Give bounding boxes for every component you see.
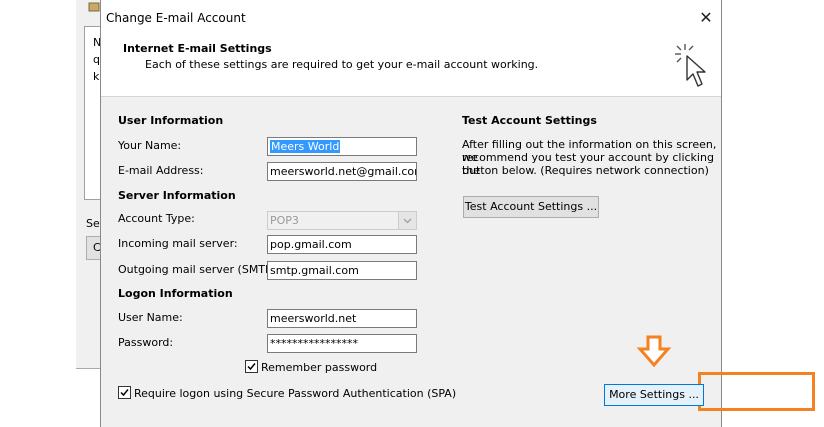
server-information-heading: Server Information: [118, 189, 236, 202]
click-cursor-icon: [671, 40, 711, 90]
header-subtitle: Each of these settings are required to g…: [145, 58, 539, 71]
dialog-header: Internet E-mail Settings Each of these s…: [101, 36, 721, 97]
change-email-account-dialog: Change E-mail Account ✕ Internet E-mail …: [100, 0, 815, 427]
remember-password-checkbox[interactable]: [245, 360, 258, 373]
incoming-server-label: Incoming mail server:: [118, 237, 238, 250]
close-icon[interactable]: ✕: [696, 8, 716, 28]
header-title: Internet E-mail Settings: [123, 42, 272, 55]
email-address-input[interactable]: meersworld.net@gmail.com: [267, 162, 417, 181]
background-text: k: [93, 70, 100, 83]
background-text: q: [93, 53, 100, 66]
chevron-down-icon: [398, 212, 416, 229]
your-name-value: Meers World: [270, 140, 341, 153]
down-arrow-highlight-icon: [635, 335, 675, 369]
incoming-server-input[interactable]: pop.gmail.com: [267, 235, 417, 254]
email-address-label: E-mail Address:: [118, 164, 204, 177]
account-type-value: POP3: [270, 214, 299, 227]
logon-information-heading: Logon Information: [118, 287, 233, 300]
highlight-box: [698, 372, 815, 411]
account-type-select[interactable]: POP3: [267, 211, 417, 230]
checkmark-icon: [247, 363, 256, 371]
your-name-label: Your Name:: [118, 139, 182, 152]
more-settings-button[interactable]: More Settings ...: [604, 384, 704, 406]
background-app-icon: [88, 2, 100, 12]
account-type-label: Account Type:: [118, 212, 195, 225]
user-name-label: User Name:: [118, 311, 183, 324]
title-bar: Change E-mail Account ✕: [101, 0, 721, 36]
outgoing-server-label: Outgoing mail server (SMTP):: [118, 263, 280, 276]
your-name-input[interactable]: Meers World: [267, 137, 417, 156]
password-label: Password:: [118, 336, 174, 349]
test-info-line: button below. (Requires network connecti…: [462, 164, 709, 177]
dialog-title: Change E-mail Account: [106, 11, 246, 25]
test-account-settings-heading: Test Account Settings: [462, 114, 597, 127]
spa-label: Require logon using Secure Password Auth…: [134, 387, 457, 400]
outgoing-server-input[interactable]: smtp.gmail.com: [267, 261, 417, 280]
remember-password-label: Remember password: [261, 361, 378, 374]
user-name-input[interactable]: meersworld.net: [267, 309, 417, 328]
test-account-settings-button[interactable]: Test Account Settings ...: [463, 196, 599, 218]
spa-checkbox[interactable]: [118, 386, 131, 399]
checkmark-icon: [120, 389, 129, 397]
password-input[interactable]: ****************: [267, 334, 417, 353]
user-information-heading: User Information: [118, 114, 224, 127]
